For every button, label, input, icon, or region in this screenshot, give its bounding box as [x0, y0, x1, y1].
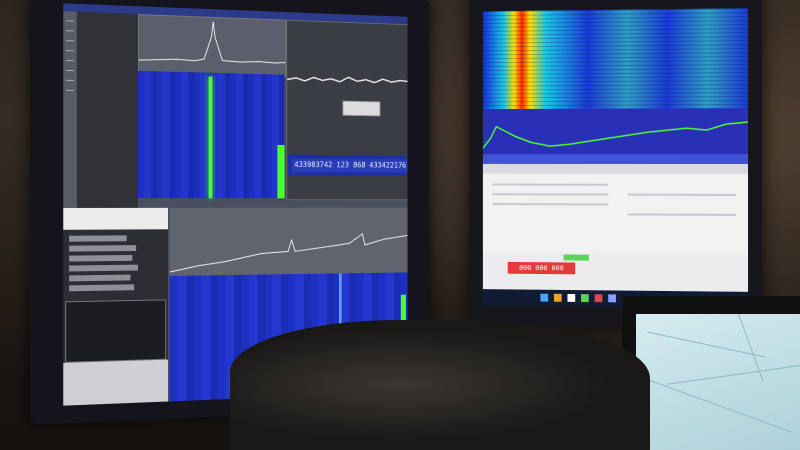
- settings-panel: [482, 163, 749, 254]
- frequency-readout-2[interactable]: 123 868: [333, 158, 369, 173]
- table-row[interactable]: [492, 193, 609, 196]
- taskbar-icon[interactable]: [567, 293, 576, 302]
- signal-marker-line: [208, 76, 213, 199]
- list-item[interactable]: [69, 264, 138, 272]
- frequency-readout-1[interactable]: 433983742: [291, 158, 335, 172]
- table-row[interactable]: [627, 193, 737, 196]
- status-footer: [63, 359, 168, 406]
- settings-panel-header: [482, 163, 749, 174]
- right-monitor-screen: 000 000 000: [482, 8, 749, 308]
- record-button[interactable]: 000 000 000: [507, 261, 576, 275]
- status-indicator-green: [563, 254, 589, 261]
- list-item[interactable]: [69, 245, 137, 252]
- list-item[interactable]: [69, 254, 133, 262]
- list-item[interactable]: [69, 284, 135, 292]
- right-monitor: 000 000 000: [469, 0, 762, 330]
- log-box: [65, 299, 167, 363]
- taskbar-icon[interactable]: [540, 293, 549, 302]
- spectrum-plot: [482, 108, 749, 155]
- list-item[interactable]: [69, 235, 127, 242]
- table-row[interactable]: [492, 203, 609, 206]
- list-item[interactable]: [69, 274, 131, 282]
- taskbar-icon[interactable]: [608, 294, 617, 303]
- spectrum-trace-top: [139, 15, 285, 76]
- level-indicator: [277, 144, 285, 199]
- frequency-display-bar: 433983742 123 868 433422176: [288, 154, 408, 177]
- waterfall-scanlines: [482, 8, 749, 110]
- spectrum-plot-bottom: [170, 207, 408, 276]
- popup-dialog[interactable]: [342, 100, 381, 117]
- spectrum-plot-top: [138, 14, 286, 77]
- map-road: [640, 376, 792, 433]
- file-list-header: [63, 207, 168, 230]
- frequency-readout-3[interactable]: 433422176: [366, 159, 408, 173]
- taskbar-icon[interactable]: [594, 294, 603, 303]
- taskbar-icon[interactable]: [553, 293, 562, 302]
- map-road: [666, 364, 800, 385]
- noise-trace: [287, 21, 407, 100]
- laptop-map-screen: [636, 314, 800, 450]
- app-toolbar[interactable]: [482, 154, 749, 164]
- menu-strip[interactable]: [63, 11, 77, 208]
- table-row[interactable]: [492, 183, 609, 186]
- workstation-scene: 433983742 123 868 433422176 000 000 000: [0, 0, 800, 450]
- taskbar-icon[interactable]: [581, 294, 589, 303]
- spectrum-trace: [483, 108, 748, 154]
- cable-bundle: [230, 320, 650, 450]
- spectrum-trace-bottom: [170, 208, 408, 276]
